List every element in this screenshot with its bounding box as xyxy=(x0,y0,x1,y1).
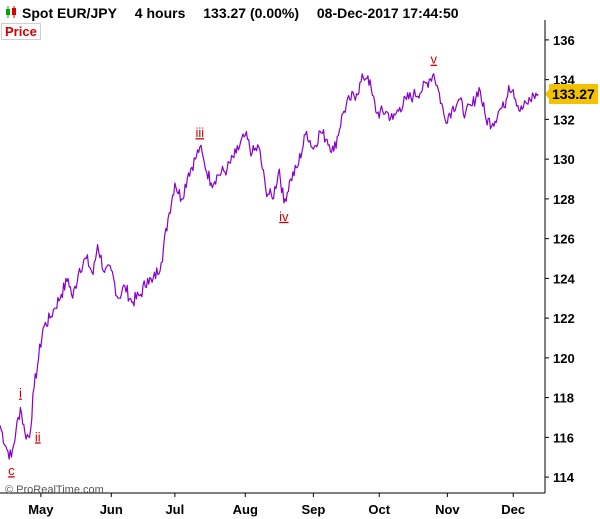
wave-label: i xyxy=(19,386,22,401)
time-tick-label: Oct xyxy=(368,502,390,517)
time-tick-label: Jun xyxy=(100,502,123,517)
time-tick-label: Sep xyxy=(301,502,325,517)
chart-header: Spot EUR/JPY 4 hours 133.27 (0.00%) 08-D… xyxy=(22,3,473,23)
quote-datetime: 08-Dec-2017 17:44:50 xyxy=(316,5,459,21)
last-quote: 133.27 (0.00%) xyxy=(203,5,299,21)
time-tick-label: Jul xyxy=(165,502,184,517)
wave-label: ii xyxy=(35,429,41,444)
price-tick-label: 136 xyxy=(553,33,575,48)
wave-label: iv xyxy=(279,209,289,224)
time-tick-label: Aug xyxy=(233,502,258,517)
wave-label: v xyxy=(430,52,437,67)
wave-label: iii xyxy=(195,125,204,140)
time-tick-label: Nov xyxy=(435,502,460,517)
price-tick-label: 128 xyxy=(553,192,575,207)
timeframe[interactable]: 4 hours xyxy=(135,5,186,21)
price-tick-label: 126 xyxy=(553,232,575,247)
time-tick-label: Dec xyxy=(501,502,525,517)
price-tick-label: 114 xyxy=(553,470,575,485)
price-tick-label: 124 xyxy=(553,271,575,286)
price-tick-label: 118 xyxy=(553,391,574,406)
credit-text: © ProRealTime.com xyxy=(5,484,104,496)
price-tick-label: 132 xyxy=(553,112,575,127)
price-tick-label: 130 xyxy=(553,152,575,167)
price-panel-label[interactable]: Price xyxy=(1,23,41,40)
price-tick-label: 116 xyxy=(553,430,574,445)
wave-label: c xyxy=(8,463,15,478)
current-price-badge: 133.27 xyxy=(549,84,598,105)
instrument-name: Spot EUR/JPY xyxy=(22,5,117,21)
chart-frame: ciiiiiiivv 11411611812012212412612813013… xyxy=(0,0,600,519)
time-tick-label: May xyxy=(28,502,54,517)
candlestick-icon[interactable] xyxy=(4,5,18,19)
price-tick-label: 122 xyxy=(553,311,575,326)
price-tick-label: 120 xyxy=(553,351,575,366)
